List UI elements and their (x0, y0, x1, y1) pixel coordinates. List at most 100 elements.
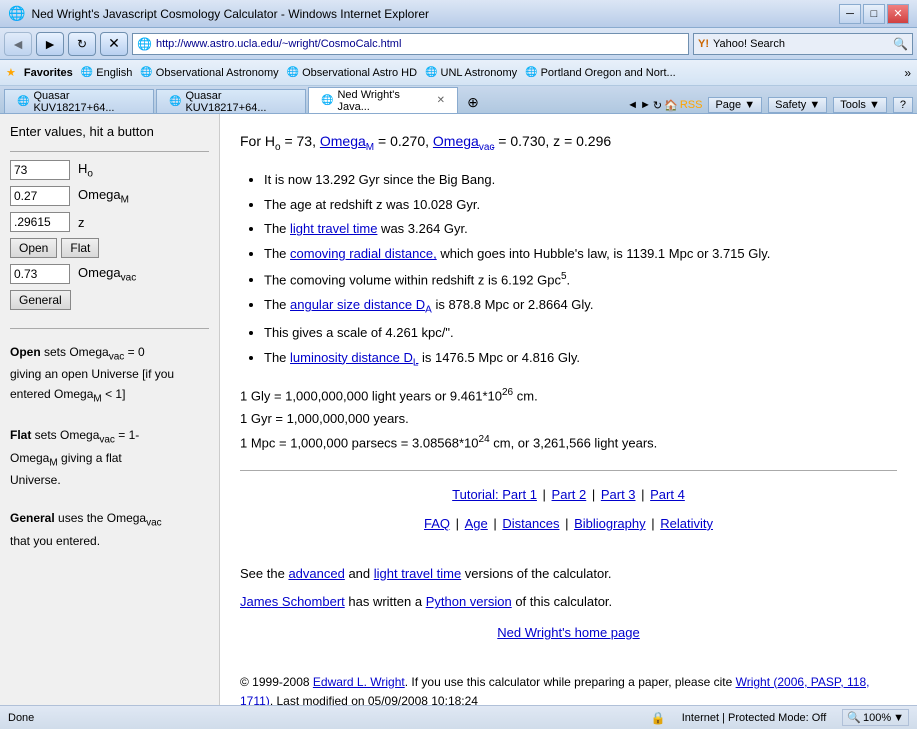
refresh-button[interactable]: ↻ (68, 32, 96, 56)
zoom-button[interactable]: 🔍 100% ▼ (842, 709, 909, 726)
search-icon: 🔍 (893, 37, 908, 51)
result-5-pre: The (264, 297, 290, 312)
address-text: http://www.astro.ucla.edu/~wright/CosmoC… (156, 38, 401, 50)
tab-tools: ◄ ► ↻ 🏠 RSS Page ▼ Safety ▼ Tools ▼ ? (627, 97, 913, 113)
result-3-post: which goes into Hubble's law, is 1139.1 … (437, 246, 771, 261)
omega-vac-link[interactable]: Omegavac (433, 133, 494, 149)
conv-1: 1 Gly = 1,000,000,000 light years or 9.4… (240, 385, 897, 407)
fav-obs-astro-label: Observational Astronomy (156, 67, 279, 79)
tab-quasar2-label: Quasar KUV18217+64... (185, 90, 293, 114)
more-favorites-icon[interactable]: » (904, 66, 911, 80)
fav-obs-astro-hd-label: Observational Astro HD (302, 67, 417, 79)
title-bar: 🌐 Ned Wright's Javascript Cosmology Calc… (0, 0, 917, 28)
window-controls: ─ □ ✕ (839, 4, 909, 24)
result-item-3: The comoving radial distance, which goes… (264, 244, 897, 265)
favorites-star-icon: ★ (6, 66, 16, 79)
forward-history-icon: ► (640, 99, 651, 111)
sidebar-title: Enter values, hit a button (10, 124, 209, 139)
fav-portland[interactable]: 🌐 Portland Oregon and Nort... (525, 67, 676, 79)
luminosity-distance-link[interactable]: luminosity distance DL (290, 350, 418, 365)
status-bar: Done 🔒 Internet | Protected Mode: Off 🔍 … (0, 705, 917, 729)
angular-size-link[interactable]: angular size distance DA (290, 297, 432, 312)
james-link[interactable]: James Schombert (240, 594, 345, 609)
relativity-link[interactable]: Relativity (660, 516, 713, 531)
ltt-link[interactable]: light travel time (374, 566, 461, 581)
minimize-button[interactable]: ─ (839, 4, 861, 24)
tutorial-part1-link[interactable]: Tutorial: Part 1 (452, 487, 537, 502)
help-button[interactable]: ? (893, 97, 913, 113)
fav-unl-icon: 🌐 (425, 67, 437, 78)
tutorial-part2-link[interactable]: Part 2 (552, 487, 587, 502)
zoom-icon: 🔍 (847, 711, 861, 724)
new-tab-button[interactable]: ⊕ (462, 91, 484, 113)
forward-button[interactable]: ► (36, 32, 64, 56)
age-link[interactable]: Age (465, 516, 488, 531)
distances-link[interactable]: Distances (502, 516, 559, 531)
result-item-2: The light travel time was 3.264 Gyr. (264, 219, 897, 240)
content-area: For Ho = 73, OmegaM = 0.270, Omegavac = … (220, 114, 917, 705)
result-0-text: It is now 13.292 Gyr since the Big Bang. (264, 172, 495, 187)
omega-m-input[interactable]: 0.27 (10, 186, 70, 206)
faq-link[interactable]: FAQ (424, 516, 450, 531)
maximize-button[interactable]: □ (863, 4, 885, 24)
status-text: Done (8, 712, 635, 724)
fav-obs-astro-icon: 🌐 (140, 67, 152, 78)
close-button[interactable]: ✕ (887, 4, 909, 24)
omega-vac-input[interactable]: 0.73 (10, 264, 70, 284)
h0-input[interactable]: 73 (10, 160, 70, 180)
result-item-6: This gives a scale of 4.261 kpc/". (264, 323, 897, 344)
tools-label: Tools ▼ (840, 99, 880, 111)
fav-english[interactable]: 🌐 English (81, 67, 133, 79)
open-button[interactable]: Open (10, 238, 57, 258)
tab-quasar1-label: Quasar KUV18217+64... (33, 90, 141, 114)
tab-quasar1[interactable]: 🌐 Quasar KUV18217+64... (4, 89, 154, 113)
python-link[interactable]: Python version (426, 594, 512, 609)
home-icon: 🏠 (664, 99, 678, 112)
address-bar[interactable]: 🌐 http://www.astro.ucla.edu/~wright/Cosm… (132, 33, 689, 55)
light-travel-time-link[interactable]: light travel time (290, 221, 377, 236)
links-row-1: Tutorial: Part 1 | Part 2 | Part 3 | Par… (240, 485, 897, 506)
back-button[interactable]: ◄ (4, 32, 32, 56)
back-history-icon: ◄ (627, 99, 638, 111)
tutorial-part4-link[interactable]: Part 4 (650, 487, 685, 502)
search-bar[interactable]: Y! Yahoo! Search 🔍 (693, 33, 913, 55)
stop-button[interactable]: ✕ (100, 32, 128, 56)
zoom-chevron-icon: ▼ (893, 712, 904, 724)
tab-ned-close[interactable]: ✕ (437, 95, 445, 106)
search-label: Yahoo! Search (713, 38, 785, 50)
result-1-text: The age at redshift z was 10.028 Gyr. (264, 197, 480, 212)
z-row: .29615 z (10, 212, 209, 232)
page-button[interactable]: Page ▼ (708, 97, 762, 113)
fav-obs-astro-hd[interactable]: 🌐 Observational Astro HD (287, 67, 417, 79)
tools-button[interactable]: Tools ▼ (833, 97, 887, 113)
tabs-bar: 🌐 Quasar KUV18217+64... 🌐 Quasar KUV1821… (0, 86, 917, 114)
window-title: Ned Wright's Javascript Cosmology Calcul… (31, 7, 839, 21)
result-5-post: is 878.8 Mpc or 2.8664 Gly. (432, 297, 594, 312)
result-4-text: The comoving volume within redshift z is… (264, 272, 561, 287)
tab-ned[interactable]: 🌐 Ned Wright's Java... ✕ (308, 87, 458, 113)
comoving-radial-link[interactable]: comoving radial distance, (290, 246, 437, 261)
result-item-1: The age at redshift z was 10.028 Gyr. (264, 195, 897, 216)
z-input[interactable]: .29615 (10, 212, 70, 232)
shield-icon: 🔒 (651, 711, 666, 725)
search-logo: Y! (698, 38, 709, 50)
tab-quasar2[interactable]: 🌐 Quasar KUV18217+64... (156, 89, 306, 113)
omega-m-row: 0.27 OmegaM (10, 186, 209, 206)
flat-button[interactable]: Flat (61, 238, 99, 258)
edward-link[interactable]: Edward L. Wright (313, 675, 405, 689)
z-label: z (78, 215, 85, 230)
ned-home-link[interactable]: Ned Wright's home page (497, 625, 639, 640)
zoom-level: 100% (863, 712, 891, 724)
general-button[interactable]: General (10, 290, 71, 310)
fav-portland-icon: 🌐 (525, 67, 537, 78)
advanced-link[interactable]: advanced (288, 566, 344, 581)
fav-obs-astro[interactable]: 🌐 Observational Astronomy (140, 67, 278, 79)
safety-button[interactable]: Safety ▼ (768, 97, 827, 113)
hr-divider (240, 470, 897, 471)
fav-unl[interactable]: 🌐 UNL Astronomy (425, 67, 517, 79)
omega-m-link[interactable]: OmegaM (320, 133, 374, 149)
tutorial-part3-link[interactable]: Part 3 (601, 487, 636, 502)
flat-label: Flat (10, 428, 31, 442)
bibliography-link[interactable]: Bibliography (574, 516, 646, 531)
james-text: James Schombert has written a Python ver… (240, 592, 897, 613)
